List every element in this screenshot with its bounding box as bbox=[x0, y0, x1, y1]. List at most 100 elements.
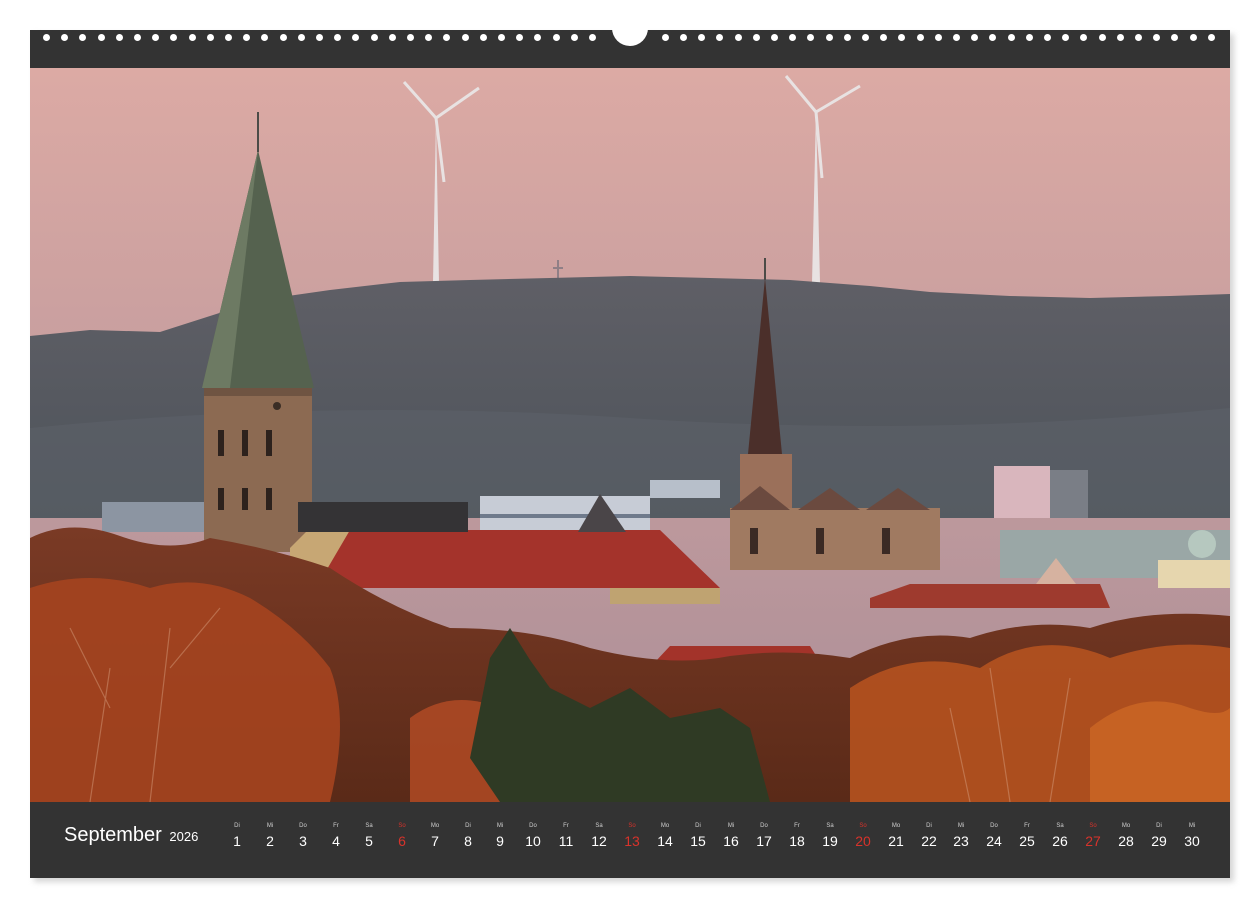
day-number: 6 bbox=[398, 833, 406, 849]
weekday-abbr: Di bbox=[926, 823, 932, 829]
weekday-abbr: Sa bbox=[595, 823, 603, 829]
weekday-abbr: Fr bbox=[1024, 823, 1030, 829]
calendar-day: Di 22 bbox=[914, 823, 944, 850]
calendar-day-sunday: So 27 bbox=[1078, 823, 1108, 850]
binding-hole bbox=[407, 34, 414, 41]
weekday-abbr: Sa bbox=[1056, 823, 1064, 829]
binding-hole bbox=[862, 34, 869, 41]
binding-hole bbox=[662, 34, 669, 41]
binding-hole bbox=[753, 34, 760, 41]
binding-hole bbox=[498, 34, 505, 41]
weekday-abbr: So bbox=[1089, 823, 1097, 829]
calendar-day-sunday: So 6 bbox=[387, 823, 417, 850]
calendar-day: Sa 12 bbox=[584, 823, 614, 850]
binding-hole bbox=[298, 34, 305, 41]
binding-hole bbox=[425, 34, 432, 41]
bright-foliage-right bbox=[1090, 701, 1230, 802]
calendar-day: Fr 4 bbox=[321, 823, 351, 850]
binding-hole bbox=[1026, 34, 1033, 41]
weekday-abbr: Mo bbox=[1121, 823, 1131, 829]
weekday-abbr: Do bbox=[299, 823, 307, 829]
binding-hole bbox=[1135, 34, 1142, 41]
binding-hole bbox=[225, 34, 232, 41]
calendar-day: Do 17 bbox=[749, 823, 779, 850]
calendar-day-sunday: So 20 bbox=[848, 823, 878, 850]
binding-hole bbox=[43, 34, 50, 41]
calendar-day: Mi 30 bbox=[1177, 823, 1207, 850]
weekday-abbr: Mi bbox=[1188, 823, 1196, 829]
binding-hole bbox=[971, 34, 978, 41]
binding-hole bbox=[134, 34, 141, 41]
binding-hole bbox=[170, 34, 177, 41]
binding-hole bbox=[1099, 34, 1106, 41]
calendar-day: Do 3 bbox=[288, 823, 318, 850]
binding-hole bbox=[771, 34, 778, 41]
binding-hole bbox=[1190, 34, 1197, 41]
binding-hole bbox=[1044, 34, 1051, 41]
weekday-abbr: Sa bbox=[826, 823, 834, 829]
calendar-day: Mi 2 bbox=[255, 823, 285, 850]
calendar-day: Do 10 bbox=[518, 823, 548, 850]
day-number: 29 bbox=[1151, 833, 1167, 849]
binding-hole bbox=[989, 34, 996, 41]
month-label: September 2026 bbox=[64, 824, 198, 847]
binding-hole bbox=[443, 34, 450, 41]
binding-hole bbox=[571, 34, 578, 41]
binding-hole bbox=[534, 34, 541, 41]
binding-hole bbox=[1117, 34, 1124, 41]
weekday-abbr: Mi bbox=[727, 823, 735, 829]
binding-hole bbox=[698, 34, 705, 41]
calendar-day: Mi 16 bbox=[716, 823, 746, 850]
weekday-abbr: Sa bbox=[365, 823, 373, 829]
wall-calendar-page: September 2026 Di 1 Mi 2 Do 3 Fr 4 Sa 5 So 6 Mo 7 Di 8 M… bbox=[30, 24, 1230, 878]
binding-hole bbox=[480, 34, 487, 41]
binding-hole bbox=[826, 34, 833, 41]
binding-hole bbox=[898, 34, 905, 41]
calendar-day: Fr 18 bbox=[782, 823, 812, 850]
day-number: 26 bbox=[1052, 833, 1068, 849]
spiral-binding bbox=[30, 24, 1230, 68]
binding-hole bbox=[589, 34, 596, 41]
weekday-abbr: So bbox=[628, 823, 636, 829]
day-number: 15 bbox=[690, 833, 706, 849]
weekday-abbr: Fr bbox=[794, 823, 800, 829]
day-number: 18 bbox=[789, 833, 805, 849]
day-number: 25 bbox=[1019, 833, 1035, 849]
calendar-day: Mo 28 bbox=[1111, 823, 1141, 850]
calendar-day: Do 24 bbox=[979, 823, 1009, 850]
calendar-day: Mo 21 bbox=[881, 823, 911, 850]
binding-hole bbox=[953, 34, 960, 41]
binding-hole bbox=[1153, 34, 1160, 41]
binding-hole bbox=[462, 34, 469, 41]
binding-hole bbox=[789, 34, 796, 41]
binding-hole bbox=[917, 34, 924, 41]
weekday-abbr: Fr bbox=[563, 823, 569, 829]
day-number: 28 bbox=[1118, 833, 1134, 849]
weekday-abbr: Mo bbox=[891, 823, 901, 829]
binding-hole bbox=[844, 34, 851, 41]
calendar-day: Sa 26 bbox=[1045, 823, 1075, 850]
landscape-photo bbox=[30, 68, 1230, 802]
day-number: 10 bbox=[525, 833, 541, 849]
day-number: 27 bbox=[1085, 833, 1101, 849]
binding-hole bbox=[516, 34, 523, 41]
day-number: 17 bbox=[756, 833, 772, 849]
day-number: 8 bbox=[464, 833, 472, 849]
calendar-day: Mo 7 bbox=[420, 823, 450, 850]
day-number: 2 bbox=[266, 833, 274, 849]
weekday-abbr: Do bbox=[990, 823, 998, 829]
day-number: 9 bbox=[496, 833, 504, 849]
calendar-day-sunday: So 13 bbox=[617, 823, 647, 850]
binding-hole bbox=[1208, 34, 1215, 41]
weekday-abbr: Di bbox=[1156, 823, 1162, 829]
binding-hole bbox=[280, 34, 287, 41]
weekday-abbr: Mo bbox=[660, 823, 670, 829]
weekday-abbr: Mi bbox=[957, 823, 965, 829]
binding-hole bbox=[316, 34, 323, 41]
weekday-abbr: Di bbox=[234, 823, 240, 829]
calendar-day: Mi 23 bbox=[946, 823, 976, 850]
day-number: 12 bbox=[591, 833, 607, 849]
day-number: 4 bbox=[332, 833, 340, 849]
binding-hole bbox=[389, 34, 396, 41]
weekday-abbr: So bbox=[859, 823, 867, 829]
